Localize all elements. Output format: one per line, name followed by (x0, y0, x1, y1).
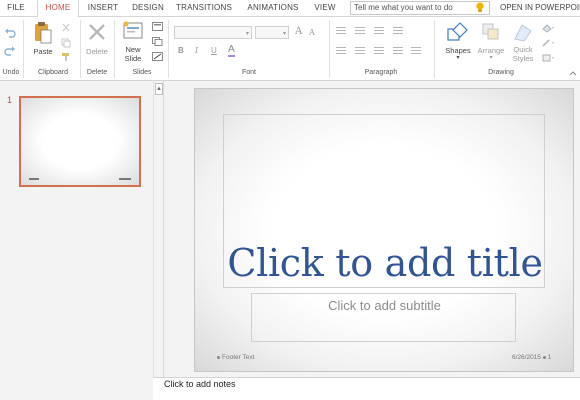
ribbon-divider (329, 20, 330, 78)
footer-text: Footer Text (222, 354, 255, 361)
drawing-group-label: Drawing (488, 69, 514, 76)
duplicate-slide-icon[interactable] (152, 37, 163, 46)
chevron-down-icon: ▾ (456, 55, 460, 61)
shape-effects-icon[interactable] (541, 53, 555, 63)
thumb-footer-mark (29, 178, 39, 180)
bullet-dot-icon (217, 355, 220, 359)
shape-fill-icon[interactable] (541, 23, 555, 33)
new-slide-label-line2: Slide (124, 54, 142, 63)
notes-pane[interactable]: Click to add notes (153, 377, 580, 400)
decrease-indent-icon[interactable] (374, 27, 384, 35)
layout-icon[interactable] (152, 22, 163, 31)
hide-slide-icon[interactable] (152, 52, 163, 61)
bold-button[interactable]: B (178, 46, 184, 55)
grow-font-button[interactable]: A (295, 26, 302, 37)
title-placeholder-box[interactable]: Click to add title (223, 114, 545, 288)
copy-icon[interactable] (61, 38, 71, 48)
notes-placeholder[interactable]: Click to add notes (164, 379, 236, 389)
tab-insert[interactable]: INSERT (84, 0, 122, 17)
arrange-icon[interactable] (481, 22, 501, 42)
paste-label[interactable]: Paste (30, 47, 56, 56)
slide-thumbnail[interactable] (19, 96, 141, 187)
cut-icon[interactable] (61, 23, 71, 33)
ribbon: Undo Paste Clipboard Delete Delete New S… (0, 17, 580, 81)
increase-indent-icon[interactable] (393, 27, 403, 35)
clipboard-group-label: Clipboard (38, 69, 68, 76)
subtitle-placeholder-text[interactable]: Click to add subtitle (252, 298, 517, 313)
thumbnail-scrollbar[interactable]: ▲ ▼ (153, 81, 164, 400)
ribbon-tab-bar: FILE HOME INSERT DESIGN TRANSITIONS ANIM… (0, 0, 580, 18)
bullets-icon[interactable] (336, 27, 346, 35)
tab-file[interactable]: FILE (2, 0, 30, 17)
justify-icon[interactable] (393, 47, 403, 55)
subtitle-placeholder-box[interactable]: Click to add subtitle (251, 293, 516, 342)
tab-transitions[interactable]: TRANSITIONS (173, 0, 235, 17)
new-slide-label-line1: New (125, 45, 141, 54)
align-right-icon[interactable] (374, 47, 384, 55)
text-direction-icon[interactable] (411, 47, 421, 55)
italic-button[interactable]: I (195, 46, 198, 55)
collapse-ribbon-icon[interactable] (569, 69, 577, 77)
tab-design[interactable]: DESIGN (128, 0, 168, 17)
chevron-down-icon: ▾ (245, 31, 249, 37)
ribbon-divider (434, 20, 435, 78)
chevron-down-icon: ▾ (282, 31, 286, 37)
tell-me-input[interactable]: Tell me what you want to do (350, 1, 490, 15)
quick-styles-label[interactable]: Quick Styles (507, 45, 539, 63)
delete-icon[interactable] (87, 22, 107, 42)
font-name-dropdown[interactable]: ▾ (174, 26, 252, 39)
tab-home[interactable]: HOME (37, 0, 79, 18)
undo-group-label: Undo (2, 69, 20, 76)
ribbon-divider (114, 20, 115, 78)
delete-group-label: Delete (86, 69, 108, 76)
new-slide-label[interactable]: New Slide (119, 45, 147, 63)
shapes-icon[interactable] (446, 21, 470, 43)
quick-styles-icon[interactable] (512, 21, 534, 43)
redo-icon[interactable] (4, 46, 16, 56)
align-left-icon[interactable] (336, 47, 346, 55)
tab-animations[interactable]: ANIMATIONS (243, 0, 303, 17)
format-painter-icon[interactable] (61, 52, 71, 62)
slides-group-label: Slides (132, 69, 152, 76)
quick-styles-label-line1: Quick (513, 45, 533, 54)
title-placeholder-text[interactable]: Click to add title (224, 241, 546, 285)
font-size-dropdown[interactable]: ▾ (255, 26, 289, 39)
thumb-date-mark (119, 178, 131, 180)
new-slide-icon[interactable] (122, 21, 144, 41)
numbering-icon[interactable] (355, 27, 365, 35)
slide-number: 1 (547, 354, 552, 361)
align-center-icon[interactable] (355, 47, 365, 55)
slide-number-label: 1 (7, 95, 13, 105)
paste-icon[interactable] (33, 21, 53, 45)
quick-styles-label-line2: Styles (512, 54, 534, 63)
font-group-label: Font (241, 69, 256, 76)
ribbon-divider (23, 20, 24, 78)
scroll-up-icon[interactable]: ▲ (155, 83, 163, 95)
slide-date-number[interactable]: 6/26/2015 1 (512, 354, 551, 361)
delete-label[interactable]: Delete (83, 47, 111, 56)
shape-outline-icon[interactable] (541, 38, 555, 48)
shrink-font-button[interactable]: A (309, 28, 315, 37)
slide-footer[interactable]: Footer Text (217, 354, 254, 361)
open-in-powerpoint-button[interactable]: OPEN IN POWERPOINT (500, 0, 580, 17)
slide-canvas[interactable]: Click to add title Click to add subtitle… (194, 88, 574, 372)
bullet-dot-icon (542, 355, 546, 359)
undo-icon[interactable] (4, 28, 16, 38)
font-color-button[interactable]: A (228, 45, 235, 57)
paragraph-group-label: Paragraph (364, 69, 398, 76)
slide-date: 6/26/2015 (512, 354, 541, 361)
chevron-down-icon: ▾ (489, 55, 493, 61)
ribbon-divider (168, 20, 169, 78)
underline-button[interactable]: U (211, 46, 217, 55)
lightbulb-icon (476, 2, 484, 12)
tab-view[interactable]: VIEW (311, 0, 339, 17)
